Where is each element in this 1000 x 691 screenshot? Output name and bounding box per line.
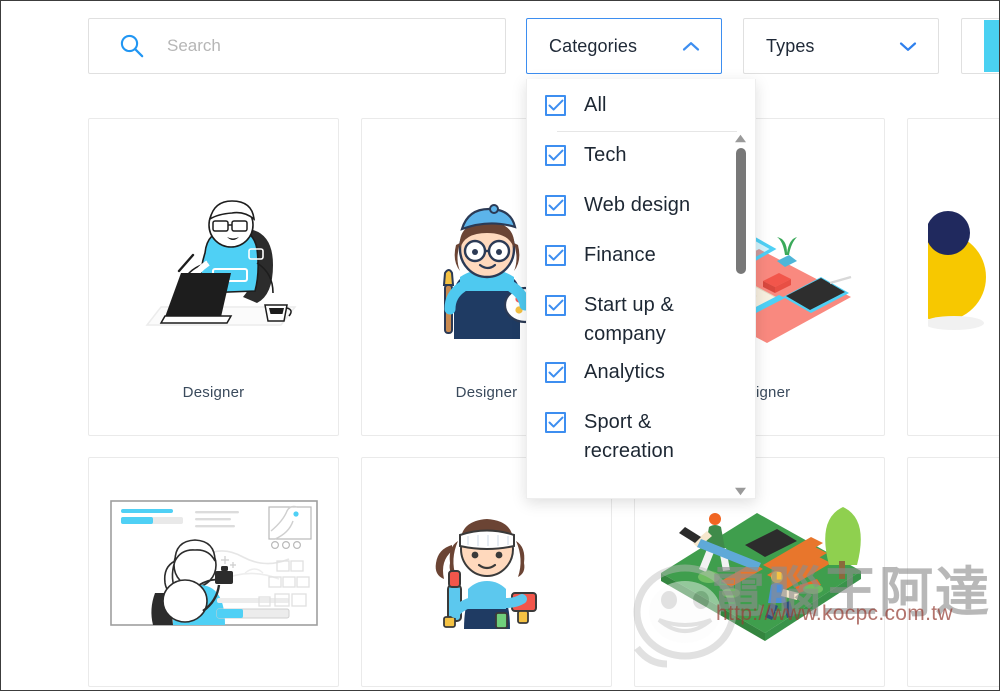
dropdown-option-label: Finance <box>584 244 656 266</box>
color-swatch[interactable] <box>984 20 999 72</box>
check-icon <box>548 366 564 378</box>
dropdown-option-label: Sport & recreation <box>584 411 674 462</box>
types-dropdown-button[interactable]: Types <box>743 18 939 74</box>
check-icon <box>548 416 564 428</box>
card-partial-right-row2[interactable] <box>907 457 1000 687</box>
yellow-navy-shapes-illustration <box>927 180 1000 370</box>
card-partial-right[interactable] <box>907 118 1000 436</box>
dropdown-option-finance[interactable]: Finance <box>527 232 755 282</box>
checkbox-start-up-company[interactable] <box>545 295 566 316</box>
checkbox-finance[interactable] <box>545 245 566 266</box>
scroll-down-arrow-icon[interactable] <box>734 487 747 496</box>
partial-card-illustration <box>918 461 1000 661</box>
card-designer-laptop[interactable]: Designer <box>88 118 339 436</box>
check-icon <box>548 249 564 261</box>
dropdown-scrollbar[interactable] <box>732 132 749 498</box>
check-icon <box>548 149 564 161</box>
card-caption: Designer <box>182 383 245 401</box>
dropdown-option-all[interactable]: All <box>527 79 755 131</box>
search-box[interactable] <box>88 18 506 74</box>
scrollbar-thumb[interactable] <box>736 148 746 274</box>
search-input[interactable] <box>167 31 487 61</box>
search-icon <box>120 34 144 58</box>
types-dropdown-label: Types <box>766 35 815 56</box>
chevron-up-icon <box>682 41 700 51</box>
dropdown-option-start-up-company[interactable]: Start up & company <box>527 282 755 349</box>
categories-dropdown-panel: All Tech Web design Finance Start up & c… <box>526 79 756 499</box>
colors-dropdown-button[interactable] <box>961 18 999 74</box>
card-photographer[interactable] <box>88 457 339 687</box>
dropdown-option-label: Start up & company <box>584 294 674 345</box>
dropdown-option-tech[interactable]: Tech <box>527 132 755 182</box>
photographer-screen-illustration <box>99 461 329 661</box>
scroll-up-arrow-icon[interactable] <box>734 134 747 143</box>
app-root: Categories Types All <box>0 0 1000 691</box>
checkbox-all[interactable] <box>545 94 566 116</box>
dropdown-option-all-label: All <box>584 93 607 116</box>
dropdown-option-analytics[interactable]: Analytics <box>527 349 755 399</box>
dropdown-option-label: Analytics <box>584 361 665 383</box>
designer-at-laptop-illustration <box>109 172 319 362</box>
checkbox-tech[interactable] <box>545 145 566 166</box>
categories-dropdown-button[interactable]: Categories <box>526 18 722 74</box>
dropdown-option-web-design[interactable]: Web design <box>527 182 755 232</box>
dropdown-option-label: Tech <box>584 144 627 166</box>
chevron-down-icon <box>899 41 917 51</box>
checkbox-web-design[interactable] <box>545 195 566 216</box>
checkbox-analytics[interactable] <box>545 362 566 383</box>
checkbox-sport-recreation[interactable] <box>545 412 566 433</box>
categories-dropdown-label: Categories <box>549 35 638 56</box>
dropdown-option-label: Web design <box>584 194 691 216</box>
check-icon <box>548 99 564 111</box>
dropdown-option-sport-recreation[interactable]: Sport & recreation <box>527 399 755 466</box>
check-icon <box>548 199 564 211</box>
toolbar: Categories Types <box>1 14 999 78</box>
card-caption: Designer <box>455 383 518 401</box>
dropdown-scroll-area[interactable]: Tech Web design Finance Start up & compa… <box>527 132 755 498</box>
check-icon <box>548 299 564 311</box>
